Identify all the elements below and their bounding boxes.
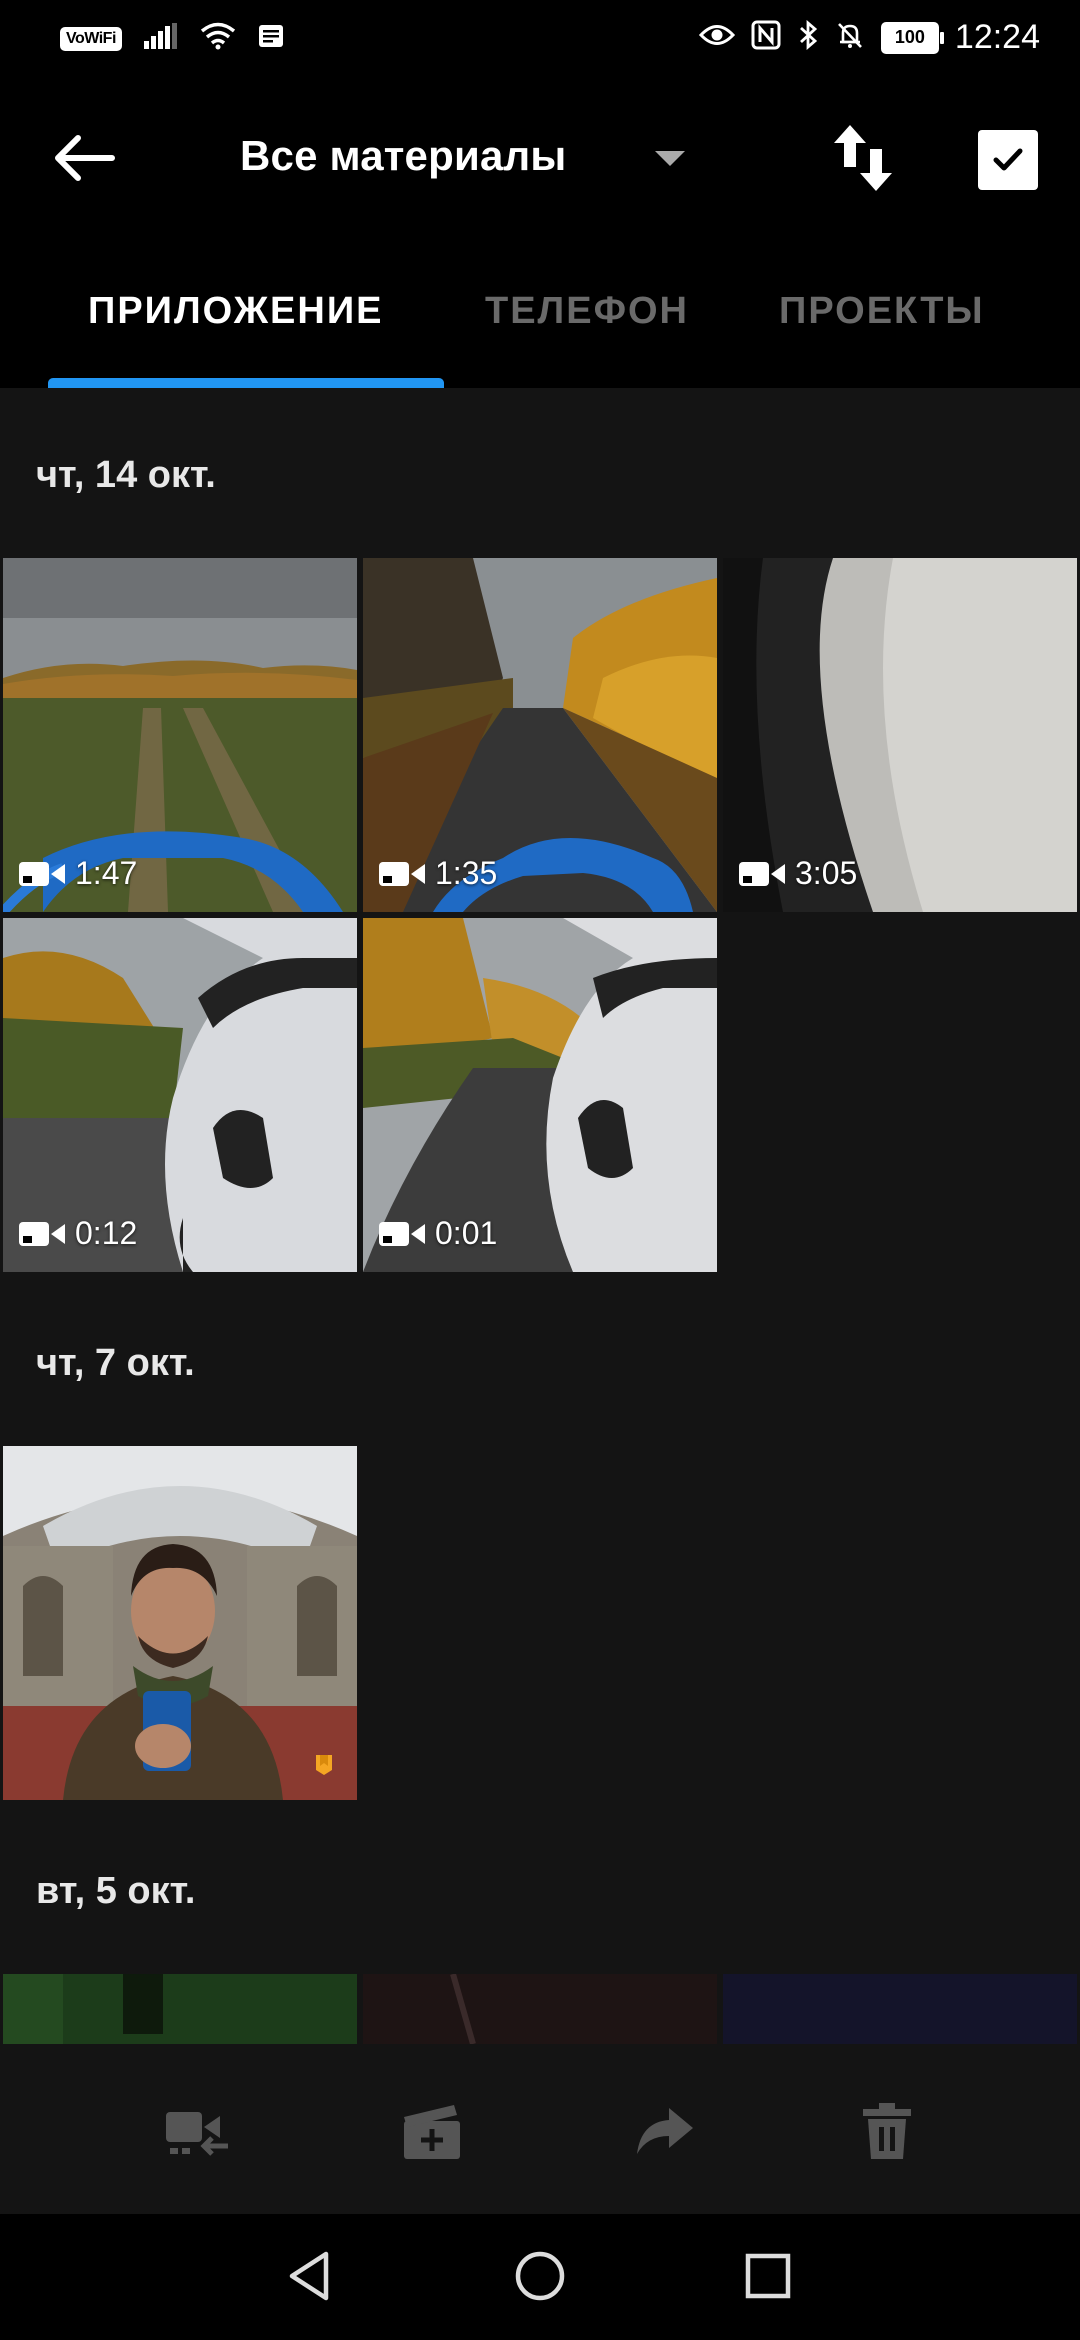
delete-icon <box>863 2103 911 2159</box>
mute-bell-icon <box>835 20 865 55</box>
recents-square-icon <box>745 2253 791 2299</box>
bottom-action-bar <box>0 2044 1080 2214</box>
media-thumbnail[interactable]: 1:47 <box>3 558 357 912</box>
photo-preview-partial-green <box>3 1974 357 2044</box>
photo-preview-selfie-metro <box>3 1446 357 1800</box>
section-date: чт, 7 окт. <box>36 1342 195 1384</box>
tab-app[interactable]: ПРИЛОЖЕНИЕ <box>88 290 383 333</box>
media-thumbnail[interactable]: 1:35 <box>363 558 717 912</box>
media-grid[interactable]: чт, 14 окт. 1:47 1:35 3:05 0:12 0:01 чт,… <box>0 388 1080 2044</box>
tab-projects[interactable]: ПРОЕКТЫ <box>779 290 985 333</box>
back-triangle-icon <box>289 2251 329 2301</box>
video-duration: 1:35 <box>435 855 498 891</box>
tab-phone[interactable]: ТЕЛЕФОН <box>485 290 689 333</box>
media-thumbnail[interactable] <box>3 1446 357 1800</box>
nav-back-button[interactable] <box>280 2246 340 2306</box>
video-duration-badge: 1:35 <box>377 855 497 892</box>
video-duration: 1:47 <box>75 855 138 891</box>
video-camera-icon <box>379 861 425 886</box>
video-camera-icon <box>19 861 65 886</box>
status-bar: VoWiFi 100 12:24 <box>0 0 1080 76</box>
media-thumbnail[interactable]: 0:12 <box>3 918 357 1272</box>
media-thumbnail[interactable] <box>723 1974 1077 2044</box>
video-camera-icon <box>19 1221 65 1246</box>
checkmark-icon <box>993 148 1023 171</box>
orange-tag-icon <box>315 1754 333 1776</box>
bluetooth-icon <box>797 19 819 55</box>
share-icon <box>637 2108 693 2154</box>
status-left: VoWiFi <box>60 22 284 55</box>
media-thumbnail[interactable] <box>363 1974 717 2044</box>
media-thumbnail[interactable]: 0:01 <box>363 918 717 1272</box>
media-thumbnail[interactable]: 3:05 <box>723 558 1077 912</box>
message-icon <box>258 24 284 53</box>
video-camera-icon <box>739 861 785 886</box>
select-mode-button[interactable] <box>978 130 1038 190</box>
create-clip-icon <box>404 2105 460 2159</box>
video-duration-badge: 3:05 <box>737 855 857 892</box>
media-filter-dropdown[interactable]: Все материалы <box>240 132 685 180</box>
battery-indicator: 100 <box>880 21 944 54</box>
system-nav-bar <box>0 2214 1080 2340</box>
sort-arrows-icon <box>834 125 892 191</box>
import-to-phone-icon <box>166 2112 228 2156</box>
video-duration-badge: 0:12 <box>17 1215 137 1252</box>
import-to-phone-button[interactable] <box>162 2096 232 2166</box>
nfc-icon <box>751 20 781 55</box>
home-circle-icon <box>515 2251 565 2301</box>
wifi-icon <box>200 22 236 55</box>
signal-icon <box>143 23 178 54</box>
page-title: Все материалы <box>240 132 567 179</box>
back-button[interactable] <box>48 128 118 188</box>
delete-button[interactable] <box>852 2096 922 2166</box>
video-duration-badge: 0:01 <box>377 1215 497 1252</box>
clock: 12:24 <box>954 18 1040 56</box>
share-button[interactable] <box>630 2096 700 2166</box>
vowifi-indicator: VoWiFi <box>60 26 122 51</box>
video-duration: 3:05 <box>795 855 858 891</box>
video-duration-badge: 1:47 <box>17 855 137 892</box>
app-header: Все материалы <box>0 76 1080 246</box>
photo-preview-partial-navy <box>723 1974 1077 2044</box>
active-tab-indicator <box>48 378 444 388</box>
section-date: чт, 14 окт. <box>36 454 216 496</box>
video-duration: 0:12 <box>75 1215 138 1251</box>
video-camera-icon <box>379 1221 425 1246</box>
nav-recents-button[interactable] <box>738 2246 798 2306</box>
section-date: вт, 5 окт. <box>36 1870 196 1912</box>
tab-bar: ПРИЛОЖЕНИЕ ТЕЛЕФОН ПРОЕКТЫ <box>0 246 1080 388</box>
media-thumbnail[interactable] <box>3 1974 357 2044</box>
sort-button[interactable] <box>826 121 900 195</box>
nav-home-button[interactable] <box>510 2246 570 2306</box>
photo-preview-partial-dark <box>363 1974 717 2044</box>
chevron-down-icon <box>654 150 685 166</box>
eye-icon <box>698 22 735 53</box>
status-right: 100 12:24 <box>698 18 1040 57</box>
create-clip-button[interactable] <box>397 2096 467 2166</box>
video-duration: 0:01 <box>435 1215 498 1251</box>
arrow-left-icon <box>55 135 115 181</box>
